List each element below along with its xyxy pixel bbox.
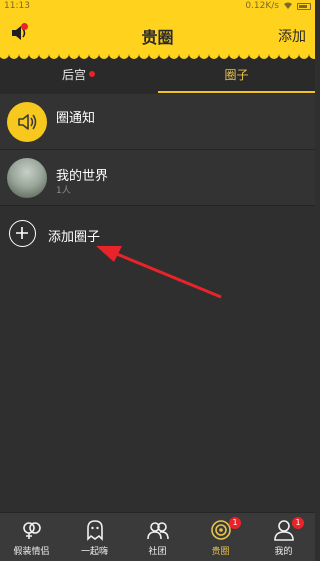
- tab-dot: [89, 71, 95, 77]
- list-item-title: 圈通知: [56, 111, 96, 126]
- wifi-icon: [284, 2, 292, 9]
- nav-item-pretend-couple[interactable]: 假装情侣: [0, 513, 63, 561]
- page-title: 贵圈: [141, 28, 174, 47]
- nav-badge: 1: [229, 517, 241, 529]
- tab-quanzi[interactable]: 圈子: [158, 62, 315, 94]
- member-count: 1人: [56, 186, 71, 196]
- list-item-title: 我的世界: [56, 169, 109, 184]
- nav-label: 我的: [274, 547, 293, 557]
- nav-label: 一起嗨: [80, 547, 108, 557]
- notice-avatar: [7, 102, 47, 142]
- nav-item-guiquan[interactable]: 1 贵圈: [189, 513, 252, 561]
- status-time: 11:13: [4, 1, 30, 11]
- add-circle-button[interactable]: 添加圈子: [0, 206, 315, 262]
- tab-label: 后宫: [61, 68, 86, 82]
- status-right: 0.12K/s: [245, 1, 311, 11]
- list-item-circle[interactable]: 我的世界 1人: [0, 150, 315, 206]
- battery-icon: [297, 2, 311, 10]
- nav-label: 贵圈: [211, 547, 230, 557]
- nav-label: 假装情侣: [13, 547, 50, 557]
- plus-icon: [16, 227, 28, 239]
- tab-bar: 后宫 圈子: [0, 62, 315, 94]
- list-item-title: 添加圈子: [48, 230, 101, 245]
- tab-label: 圈子: [224, 68, 249, 82]
- tab-hougong[interactable]: 后宫: [0, 62, 157, 94]
- bottom-nav: 假装情侣 一起嗨 社团 1 贵圈 1 我的: [0, 512, 315, 561]
- list-item-notice[interactable]: 圈通知: [0, 94, 315, 150]
- network-speed: 0.12K/s: [245, 1, 279, 11]
- group-icon: [147, 522, 169, 540]
- avatar: [7, 158, 47, 198]
- nav-item-club[interactable]: 社团: [126, 513, 189, 561]
- plus-circle-icon: [9, 220, 36, 247]
- app-header: 贵圈 添加: [0, 14, 315, 54]
- add-button[interactable]: 添加: [278, 26, 306, 46]
- nav-label: 社团: [148, 547, 167, 557]
- speaker-icon: [18, 114, 37, 130]
- status-bar: 11:13 0.12K/s: [0, 0, 315, 14]
- nav-item-hangout[interactable]: 一起嗨: [63, 513, 126, 561]
- header-scallop-edge: [0, 54, 315, 62]
- active-tab-indicator: [158, 91, 315, 93]
- gender-icon: [23, 522, 41, 539]
- nav-item-mine[interactable]: 1 我的: [252, 513, 315, 561]
- ghost-icon: [87, 520, 103, 541]
- nav-badge: 1: [292, 517, 304, 529]
